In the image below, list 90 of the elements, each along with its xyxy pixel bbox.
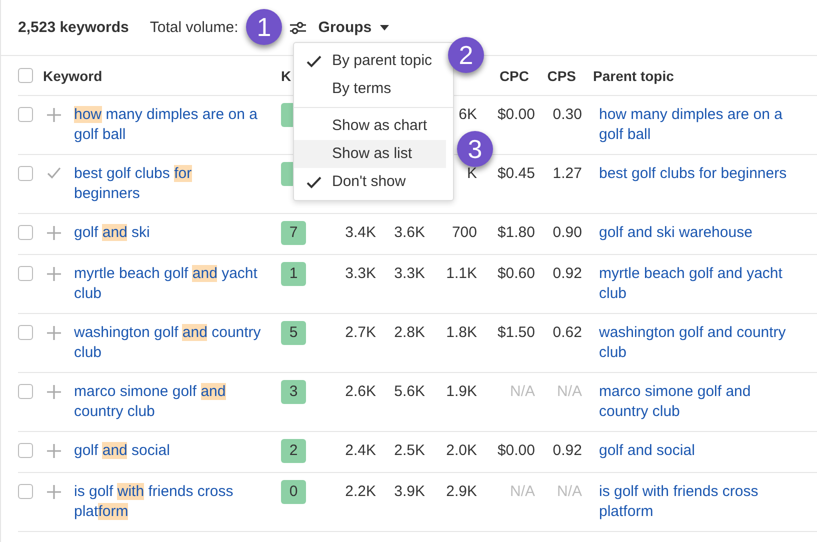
checkbox[interactable] xyxy=(18,225,33,240)
difficulty-badge: 1 xyxy=(281,262,306,286)
table-cell: 1.1K xyxy=(446,265,477,282)
menu-item[interactable]: Show as chart xyxy=(294,112,446,140)
table-cell: 0.30 xyxy=(552,106,582,123)
column-header[interactable]: Keyword xyxy=(43,66,281,86)
plus-icon[interactable] xyxy=(46,108,60,122)
checkbox[interactable] xyxy=(18,266,33,281)
table-cell: 3.6K xyxy=(394,224,425,241)
table-cell: 6K xyxy=(458,106,477,123)
table-cell: 0.92 xyxy=(552,442,582,459)
table-cell: 0.92 xyxy=(552,265,582,282)
table-cell: $0.60 xyxy=(497,265,535,282)
difficulty-badge: 2 xyxy=(281,439,306,463)
menu-item[interactable]: Don't show xyxy=(294,168,446,196)
table-cell: 2.7K xyxy=(345,324,376,341)
table-cell: 5.6K xyxy=(394,383,425,400)
sliders-icon xyxy=(290,20,306,34)
groups-button[interactable]: Groups xyxy=(290,18,389,38)
keyword-link[interactable]: golf and ski xyxy=(74,223,261,243)
plus-icon[interactable] xyxy=(46,444,60,458)
parent-topic-link[interactable]: marco simone golf and country club xyxy=(599,382,799,422)
table-cell: 2.2K xyxy=(345,483,376,500)
table-cell: 2.9K xyxy=(446,483,477,500)
difficulty-badge: 7 xyxy=(281,221,306,245)
table-cell: N/A xyxy=(556,483,582,500)
keyword-link[interactable]: how many dimples are on a golf ball xyxy=(74,105,261,145)
table-cell: 700 xyxy=(452,224,477,241)
difficulty-badge: 3 xyxy=(281,380,306,404)
parent-topic-link[interactable]: how many dimples are on a golf ball xyxy=(599,105,799,145)
step-number-badge: 1 xyxy=(246,9,282,45)
step-number-badge: 2 xyxy=(448,37,484,73)
difficulty-badge: 0 xyxy=(281,480,306,504)
keyword-count: 2,523 keywords xyxy=(18,18,129,38)
step-number-badge: 3 xyxy=(457,131,493,167)
checkbox[interactable] xyxy=(18,325,33,340)
table-cell: N/A xyxy=(556,383,582,400)
table-cell: $1.80 xyxy=(497,224,535,241)
table-cell: $0.45 xyxy=(497,165,535,182)
parent-topic-link[interactable]: golf and ski warehouse xyxy=(599,223,799,243)
table-cell: 0.62 xyxy=(552,324,582,341)
plus-icon[interactable] xyxy=(46,267,60,281)
table-cell: 2.6K xyxy=(345,383,376,400)
keyword-link[interactable]: golf and social xyxy=(74,441,261,461)
checkbox[interactable] xyxy=(18,384,33,399)
table-cell: 3.9K xyxy=(394,483,425,500)
difficulty-badge: 5 xyxy=(281,321,306,345)
table-cell: 3.3K xyxy=(394,265,425,282)
table-cell: 1.9K xyxy=(446,383,477,400)
plus-icon[interactable] xyxy=(46,385,60,399)
parent-topic-link[interactable]: washington golf and country club xyxy=(599,323,799,363)
plus-icon[interactable] xyxy=(46,485,60,499)
menu-item[interactable]: By parent topic xyxy=(294,47,446,75)
table-cell: $0.00 xyxy=(497,442,535,459)
keyword-link[interactable]: is golf with friends cross platform xyxy=(74,482,261,522)
parent-topic-link[interactable]: best golf clubs for beginners xyxy=(599,164,799,184)
checkbox[interactable] xyxy=(18,484,33,499)
table-cell: 3.3K xyxy=(345,265,376,282)
checkbox[interactable] xyxy=(18,68,33,83)
table-cell: 2.8K xyxy=(394,324,425,341)
parent-topic-link[interactable]: golf and social xyxy=(599,441,799,461)
checkbox[interactable] xyxy=(18,166,33,181)
keyword-link[interactable]: washington golf and country club xyxy=(74,323,261,363)
table-cell: N/A xyxy=(510,383,535,400)
table-cell: $0.00 xyxy=(497,106,535,123)
total-volume-label: Total volume: xyxy=(150,18,238,38)
keyword-link[interactable]: best golf clubs for beginners xyxy=(74,164,261,204)
table-cell: K xyxy=(466,165,477,182)
column-header[interactable]: CPS xyxy=(529,66,576,86)
parent-topic-link[interactable]: myrtle beach golf and yacht club xyxy=(599,264,799,304)
table-cell: 0.90 xyxy=(552,224,582,241)
caret-icon xyxy=(380,24,389,30)
keyword-link[interactable]: marco simone golf and country club xyxy=(74,382,261,422)
plus-icon[interactable] xyxy=(46,226,60,240)
column-header[interactable]: Parent topic xyxy=(593,66,674,86)
table-cell: N/A xyxy=(510,483,535,500)
table-cell: 2.5K xyxy=(394,442,425,459)
table-cell: 2.4K xyxy=(345,442,376,459)
menu-item[interactable]: Show as list xyxy=(294,140,446,168)
table-cell: 2.0K xyxy=(446,442,477,459)
menu-item[interactable]: By terms xyxy=(294,75,446,103)
table-cell: 3.4K xyxy=(345,224,376,241)
checkbox[interactable] xyxy=(18,107,33,122)
table-cell: 1.27 xyxy=(552,165,582,182)
checkbox[interactable] xyxy=(18,443,33,458)
table-cell: $1.50 xyxy=(497,324,535,341)
plus-icon[interactable] xyxy=(46,326,60,340)
parent-topic-link[interactable]: is golf with friends cross platform xyxy=(599,482,799,522)
table-cell: 1.8K xyxy=(446,324,477,341)
keyword-link[interactable]: myrtle beach golf and yacht club xyxy=(74,264,261,304)
